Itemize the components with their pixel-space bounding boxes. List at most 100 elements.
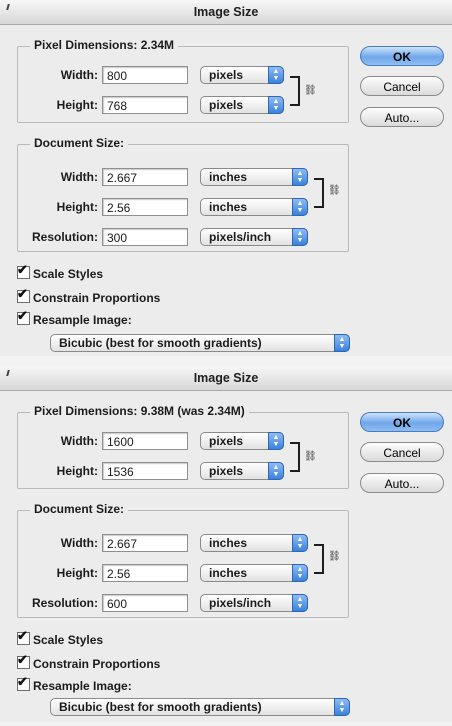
scale-styles-label: Scale Styles bbox=[33, 633, 104, 647]
doc-height-input[interactable]: 2.56 bbox=[102, 198, 188, 216]
scale-styles-checkbox[interactable]: ✔ Scale Styles bbox=[17, 262, 104, 281]
pixel-height-label: Height: bbox=[56, 98, 98, 112]
doc-width-label: Width: bbox=[60, 170, 98, 184]
doc-height-unit-label: inches bbox=[209, 200, 248, 214]
checkmark-icon: ✔ bbox=[17, 652, 28, 667]
resample-image-checkbox[interactable]: ✔ Resample Image: bbox=[17, 674, 132, 693]
up-down-arrows-icon: ▲ ▼ bbox=[292, 168, 308, 186]
pixel-width-unit-label: pixels bbox=[209, 434, 244, 448]
resolution-unit-select[interactable]: pixels/inch ▲ ▼ bbox=[200, 594, 308, 612]
checkbox-box[interactable]: ✔ bbox=[17, 674, 30, 691]
ok-button[interactable]: OK bbox=[360, 412, 444, 432]
chain-link-icon: ⛓ bbox=[304, 85, 317, 96]
checkmark-icon: ✔ bbox=[17, 308, 28, 323]
doc-width-input[interactable]: 2.667 bbox=[102, 534, 188, 552]
chain-link-icon: ⛓ bbox=[328, 185, 341, 196]
up-down-arrows-icon: ▲ ▼ bbox=[268, 462, 284, 480]
up-down-arrows-icon: ▲ ▼ bbox=[268, 432, 284, 450]
checkbox-box[interactable]: ✔ bbox=[17, 628, 30, 645]
doc-width-unit-label: inches bbox=[209, 170, 248, 184]
checkbox-box[interactable]: ✔ bbox=[17, 652, 30, 669]
pixel-dimensions-legend: Pixel Dimensions: 2.34M bbox=[30, 38, 179, 52]
resolution-unit-select[interactable]: pixels/inch ▲ ▼ bbox=[200, 228, 308, 246]
pixel-width-unit-select[interactable]: pixels ▲ ▼ bbox=[200, 432, 284, 450]
up-down-arrows-icon: ▲ ▼ bbox=[292, 228, 308, 246]
resolution-label: Resolution: bbox=[32, 596, 98, 610]
resample-method-select[interactable]: Bicubic (best for smooth gradients) ▲ ▼ bbox=[50, 334, 350, 352]
auto-button[interactable]: Auto... bbox=[360, 473, 444, 493]
checkmark-icon: ✔ bbox=[17, 628, 28, 643]
doc-height-label: Height: bbox=[56, 566, 98, 580]
checkmark-icon: ✔ bbox=[17, 674, 28, 689]
cancel-button[interactable]: Cancel bbox=[360, 442, 444, 462]
dialog-title: Image Size bbox=[0, 0, 452, 25]
resolution-unit-label: pixels/inch bbox=[209, 230, 272, 244]
document-size-legend: Document Size: bbox=[30, 136, 129, 150]
resolution-input[interactable]: 300 bbox=[102, 228, 188, 246]
constrain-proportions-label: Constrain Proportions bbox=[33, 291, 161, 305]
constrain-link-bracket bbox=[290, 442, 300, 472]
pixel-height-label: Height: bbox=[56, 464, 98, 478]
checkbox-box[interactable]: ✔ bbox=[17, 308, 30, 325]
auto-button[interactable]: Auto... bbox=[360, 107, 444, 127]
document-size-legend: Document Size: bbox=[30, 502, 129, 516]
up-down-arrows-icon: ▲ ▼ bbox=[268, 66, 284, 84]
constrain-link-bracket bbox=[314, 544, 324, 574]
checkmark-icon: ✔ bbox=[17, 286, 28, 301]
resample-method-label: Bicubic (best for smooth gradients) bbox=[59, 700, 262, 714]
doc-width-unit-select[interactable]: inches ▲ ▼ bbox=[200, 168, 308, 186]
up-down-arrows-icon: ▲ ▼ bbox=[292, 564, 308, 582]
dialog-title: Image Size bbox=[0, 366, 452, 391]
checkbox-box[interactable]: ✔ bbox=[17, 262, 30, 279]
pixel-width-input[interactable]: 1600 bbox=[102, 432, 188, 450]
resample-image-label: Resample Image: bbox=[33, 313, 132, 327]
doc-height-unit-label: inches bbox=[209, 566, 248, 580]
up-down-arrows-icon: ▲ ▼ bbox=[334, 334, 350, 352]
resolution-input[interactable]: 600 bbox=[102, 594, 188, 612]
resample-image-label: Resample Image: bbox=[33, 679, 132, 693]
constrain-proportions-checkbox[interactable]: ✔ Constrain Proportions bbox=[17, 286, 161, 305]
pixel-height-input[interactable]: 768 bbox=[102, 96, 188, 114]
up-down-arrows-icon: ▲ ▼ bbox=[292, 534, 308, 552]
doc-width-unit-select[interactable]: inches ▲ ▼ bbox=[200, 534, 308, 552]
doc-width-unit-label: inches bbox=[209, 536, 248, 550]
image-size-dialog: Image Size Pixel Dimensions: 2.34M Width… bbox=[0, 0, 452, 356]
resample-method-label: Bicubic (best for smooth gradients) bbox=[59, 336, 262, 350]
pixel-height-unit-label: pixels bbox=[209, 464, 244, 478]
chain-link-icon: ⛓ bbox=[328, 551, 341, 562]
up-down-arrows-icon: ▲ ▼ bbox=[334, 698, 350, 716]
doc-width-label: Width: bbox=[60, 536, 98, 550]
cancel-button[interactable]: Cancel bbox=[360, 76, 444, 96]
resolution-unit-label: pixels/inch bbox=[209, 596, 272, 610]
up-down-arrows-icon: ▲ ▼ bbox=[292, 198, 308, 216]
constrain-link-bracket bbox=[290, 76, 300, 106]
resample-method-select[interactable]: Bicubic (best for smooth gradients) ▲ ▼ bbox=[50, 698, 350, 716]
constrain-link-bracket bbox=[314, 178, 324, 208]
constrain-proportions-checkbox[interactable]: ✔ Constrain Proportions bbox=[17, 652, 161, 671]
doc-height-label: Height: bbox=[56, 200, 98, 214]
pixel-width-input[interactable]: 800 bbox=[102, 66, 188, 84]
pixel-height-unit-select[interactable]: pixels ▲ ▼ bbox=[200, 462, 284, 480]
constrain-proportions-label: Constrain Proportions bbox=[33, 657, 161, 671]
pixel-height-unit-select[interactable]: pixels ▲ ▼ bbox=[200, 96, 284, 114]
pixel-width-unit-select[interactable]: pixels ▲ ▼ bbox=[200, 66, 284, 84]
scale-styles-checkbox[interactable]: ✔ Scale Styles bbox=[17, 628, 104, 647]
doc-height-unit-select[interactable]: inches ▲ ▼ bbox=[200, 198, 308, 216]
doc-width-input[interactable]: 2.667 bbox=[102, 168, 188, 186]
pixel-width-unit-label: pixels bbox=[209, 68, 244, 82]
ok-button[interactable]: OK bbox=[360, 46, 444, 66]
pixel-height-unit-label: pixels bbox=[209, 98, 244, 112]
pixel-width-label: Width: bbox=[60, 434, 98, 448]
checkbox-box[interactable]: ✔ bbox=[17, 286, 30, 303]
resolution-label: Resolution: bbox=[32, 230, 98, 244]
pixel-dimensions-legend: Pixel Dimensions: 9.38M (was 2.34M) bbox=[30, 404, 249, 418]
chain-link-icon: ⛓ bbox=[304, 451, 317, 462]
checkmark-icon: ✔ bbox=[17, 262, 28, 277]
pixel-width-label: Width: bbox=[60, 68, 98, 82]
pixel-height-input[interactable]: 1536 bbox=[102, 462, 188, 480]
resample-image-checkbox[interactable]: ✔ Resample Image: bbox=[17, 308, 132, 327]
doc-height-input[interactable]: 2.56 bbox=[102, 564, 188, 582]
image-size-dialog: Image Size Pixel Dimensions: 9.38M (was … bbox=[0, 366, 452, 722]
doc-height-unit-select[interactable]: inches ▲ ▼ bbox=[200, 564, 308, 582]
scale-styles-label: Scale Styles bbox=[33, 267, 104, 281]
